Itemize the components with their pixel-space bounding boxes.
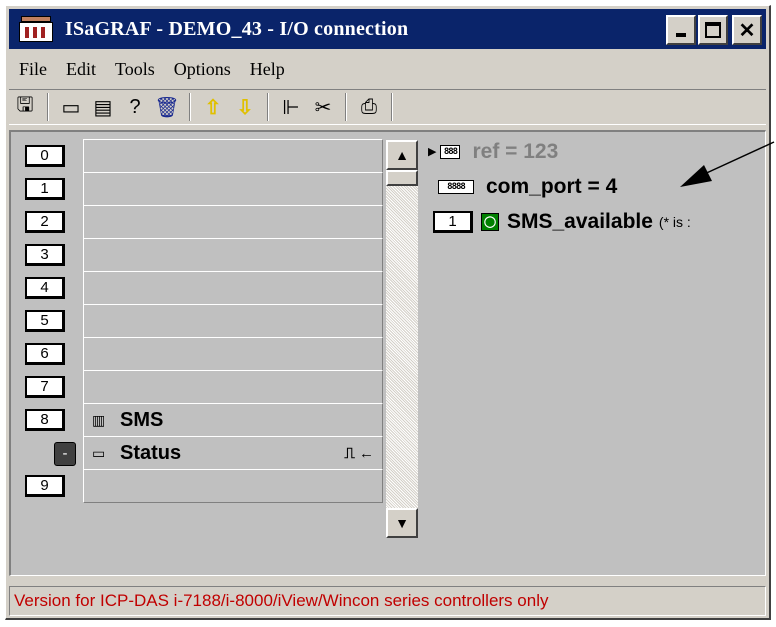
slot-cell[interactable] [83,172,383,206]
toolbar-separator [345,93,347,121]
slot-number[interactable]: 7 [25,376,65,398]
toolbar-separator [189,93,191,121]
numeric-param-icon: 8888 [438,179,474,194]
scroll-down-button[interactable]: ▼ [386,508,418,538]
sub-board-icon: ▭ [92,444,106,461]
open-board-icon[interactable]: 🖫 [9,93,41,121]
up-arrow-icon: ▲ [395,147,409,163]
slot-number[interactable]: 3 [25,244,65,266]
param-com-port[interactable]: 8888 com_port = 4 [426,169,765,204]
close-icon: ✕ [738,19,756,42]
slot-cell[interactable] [83,271,383,305]
slot-number[interactable]: 0 [25,145,65,167]
toolbar: 🖫 ▭ ▤ ? 🗑 ⇧ ⇩ ⊩ ✂ ⎙ [9,89,766,125]
param-ref-text: ref = 123 [472,139,559,163]
board-icon: ▥ [92,411,106,428]
input-signal-icon: ⎍ ← [344,444,374,462]
board-name: SMS [120,408,164,431]
channel-row[interactable]: 1 ◯ SMS_available (* is : [426,204,765,239]
slot-cell[interactable] [83,238,383,272]
slot-list: 0 1 2 3 4 5 6 7 8 ▥ SMS - ▭ Status ⎍ ← 9 [11,139,383,503]
slot-row-sms[interactable]: 8 ▥ SMS [11,403,383,437]
slot-row[interactable]: 5 [11,304,383,338]
menu-tools[interactable]: Tools [105,59,164,80]
toolbar-separator [47,93,49,121]
slot-cell[interactable] [83,304,383,338]
menu-options[interactable]: Options [164,59,240,80]
vertical-scrollbar[interactable]: ▲ ▼ [386,140,418,538]
main-window: ISaGRAF - DEMO_43 - I/O connection ✕ Fil… [5,5,771,620]
cut-icon[interactable]: ✂ [307,93,339,121]
expand-arrow-icon[interactable]: ▶ [428,145,436,158]
menu-bar: File Edit Tools Options Help [9,54,766,84]
slot-number[interactable]: 6 [25,343,65,365]
toolbar-separator [391,93,393,121]
slot-row[interactable]: 0 [11,139,383,173]
channel-number[interactable]: 1 [433,210,473,233]
slot-number[interactable]: 5 [25,310,65,332]
slot-number[interactable]: 4 [25,277,65,299]
slot-row[interactable]: 9 [11,469,383,503]
minimize-icon [676,33,686,37]
slot-cell[interactable] [83,205,383,239]
slot-number[interactable]: 9 [25,475,65,497]
slot-number[interactable]: 2 [25,211,65,233]
minimize-button[interactable] [666,15,696,45]
param-com-port-text: com_port = 4 [486,174,618,198]
param-ref[interactable]: ▶ 888 ref = 123 [426,134,765,169]
numeric-param-icon: 888 [440,144,461,159]
slot-row[interactable]: 2 [11,205,383,239]
boolean-variable-icon: ◯ [481,212,499,231]
slot-collapse-toggle[interactable]: - [54,442,76,466]
status-bar: Version for ICP-DAS i-7188/i-8000/iView/… [9,586,766,616]
slot-number[interactable]: 8 [25,409,65,431]
scroll-up-button[interactable]: ▲ [386,140,418,170]
channel-variable-name: SMS_available [507,209,653,233]
slot-row-status[interactable]: - ▭ Status ⎍ ← [11,436,383,470]
close-button[interactable]: ✕ [732,15,762,45]
move-down-icon[interactable]: ⇩ [229,93,261,121]
print-icon[interactable]: ⎙ [353,93,385,121]
window-title: ISaGRAF - DEMO_43 - I/O connection [65,17,409,40]
maximize-icon [705,22,721,38]
slot-row[interactable]: 7 [11,370,383,404]
move-up-icon[interactable]: ⇧ [197,93,229,121]
slot-cell[interactable] [83,370,383,404]
connect-icon[interactable]: ⊩ [275,93,307,121]
menu-edit[interactable]: Edit [56,59,105,80]
title-bar[interactable]: ISaGRAF - DEMO_43 - I/O connection ✕ [9,9,766,49]
maximize-button[interactable] [698,15,728,45]
slot-row[interactable]: 3 [11,238,383,272]
slot-row[interactable]: 1 [11,172,383,206]
slot-row[interactable]: 4 [11,271,383,305]
slot-cell[interactable] [83,469,383,503]
slot-number[interactable]: 1 [25,178,65,200]
slot-cell[interactable] [83,337,383,371]
parameter-list: ▶ 888 ref = 123 8888 com_port = 4 1 ◯ SM… [426,134,765,239]
scroll-thumb[interactable] [386,170,418,186]
slot-row[interactable]: 6 [11,337,383,371]
slot-cell-status[interactable]: ▭ Status ⎍ ← [83,436,383,470]
io-connection-panel: 0 1 2 3 4 5 6 7 8 ▥ SMS - ▭ Status ⎍ ← 9… [9,130,766,576]
toolbar-separator [267,93,269,121]
menu-help[interactable]: Help [240,59,294,80]
set-board-icon[interactable]: ▭ [55,93,87,121]
board-name: Status [120,441,182,464]
channel-comment: (* is : [658,213,691,230]
slot-cell[interactable] [83,139,383,173]
down-arrow-icon: ▼ [395,515,409,531]
slot-cell-sms[interactable]: ▥ SMS [83,403,383,437]
menu-file[interactable]: File [9,59,56,80]
delete-icon[interactable]: 🗑 [151,93,183,121]
help-board-icon[interactable]: ? [119,93,151,121]
isagraf-app-icon [19,16,53,42]
calculate-icon[interactable]: ▤ [87,93,119,121]
